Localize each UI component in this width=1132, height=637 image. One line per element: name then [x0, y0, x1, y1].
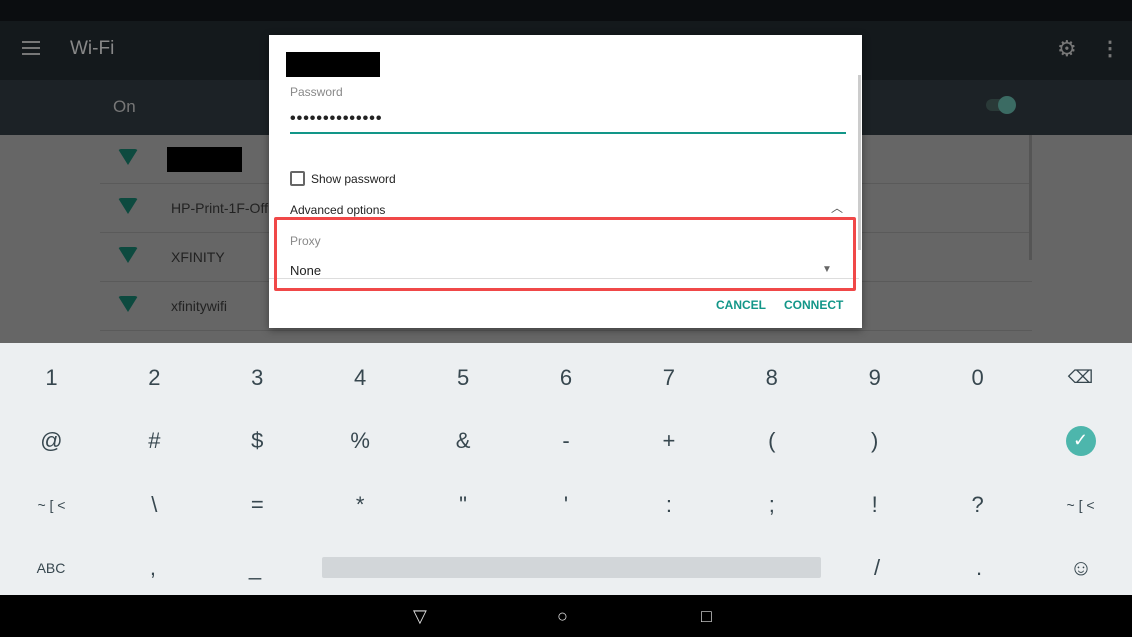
key[interactable]: 6 [515, 346, 618, 409]
dialog-scrollbar[interactable] [858, 75, 861, 250]
key[interactable]: + [617, 409, 720, 472]
key[interactable]: 4 [309, 346, 412, 409]
check-icon[interactable]: ✓ [1065, 425, 1096, 456]
key[interactable]: ! [823, 473, 926, 536]
recents-icon[interactable]: □ [701, 606, 712, 627]
key[interactable]: 5 [412, 346, 515, 409]
key-slash[interactable]: / [826, 536, 928, 599]
key[interactable]: = [206, 473, 309, 536]
password-label: Password [290, 85, 343, 99]
key[interactable]: 7 [617, 346, 720, 409]
key-comma[interactable]: , [102, 536, 204, 599]
wifi-lock-icon [118, 149, 138, 165]
show-password-checkbox[interactable] [290, 171, 305, 186]
key-abc[interactable]: ABC [0, 536, 102, 599]
hamburger-icon[interactable] [22, 41, 40, 55]
key[interactable]: ? [926, 473, 1029, 536]
wifi-lock-icon [118, 247, 138, 263]
key[interactable]: 0 [926, 346, 1029, 409]
highlight-box [274, 217, 856, 291]
wifi-icon [118, 296, 138, 312]
chevron-up-icon[interactable]: ︿ [831, 199, 843, 216]
key[interactable]: ; [720, 473, 823, 536]
wifi-toggle[interactable] [986, 96, 1016, 114]
key-empty [926, 409, 1029, 472]
network-name: XFINITY [171, 249, 225, 265]
redacted-dialog-title [286, 52, 380, 77]
key[interactable]: $ [206, 409, 309, 472]
backspace-icon[interactable]: ⌫ [1029, 346, 1132, 409]
key[interactable]: @ [0, 409, 103, 472]
page-title: Wi-Fi [70, 38, 115, 59]
key[interactable]: 8 [720, 346, 823, 409]
key[interactable]: 3 [206, 346, 309, 409]
key[interactable]: ~ [ < [0, 473, 103, 536]
home-icon[interactable]: ○ [557, 606, 568, 627]
key[interactable]: \ [103, 473, 206, 536]
key[interactable]: 9 [823, 346, 926, 409]
key[interactable]: & [412, 409, 515, 472]
key[interactable]: 2 [103, 346, 206, 409]
key[interactable]: 1 [0, 346, 103, 409]
key[interactable]: ~ [ < [1029, 473, 1132, 536]
key[interactable]: ' [515, 473, 618, 536]
status-bar [0, 0, 1132, 21]
key[interactable]: : [617, 473, 720, 536]
key-underscore[interactable]: _ [204, 536, 306, 599]
key[interactable]: " [412, 473, 515, 536]
wifi-lock-icon [118, 198, 138, 214]
list-scrollbar[interactable] [1029, 135, 1032, 260]
key[interactable]: * [309, 473, 412, 536]
more-vert-icon[interactable]: ⋮ [1100, 36, 1120, 61]
emoji-icon[interactable]: ☺ [1030, 536, 1132, 599]
key[interactable]: ) [823, 409, 926, 472]
back-icon[interactable]: ▽ [413, 606, 427, 627]
done-key[interactable]: ✓ [1029, 409, 1132, 472]
connect-button[interactable]: CONNECT [784, 298, 843, 312]
keyboard: 1 2 3 4 5 6 7 8 9 0 ⌫ @ # $% & - +() ✓ ~ [ < \ = * " ':;!? ~ [… [0, 343, 1132, 595]
key-period[interactable]: . [928, 536, 1030, 599]
show-password-label[interactable]: Show password [311, 172, 396, 186]
advanced-options-label[interactable]: Advanced options [290, 203, 385, 217]
password-input[interactable]: •••••••••••••• [290, 110, 846, 134]
wifi-state-label: On [113, 97, 136, 116]
cancel-button[interactable]: CANCEL [716, 298, 766, 312]
network-name: HP-Print-1F-Offi [171, 200, 272, 216]
key[interactable]: - [515, 409, 618, 472]
key[interactable]: ( [720, 409, 823, 472]
key[interactable]: # [103, 409, 206, 472]
redacted-name [167, 147, 242, 172]
key[interactable]: % [309, 409, 412, 472]
network-name: xfinitywifi [171, 298, 228, 314]
gear-icon[interactable]: ⚙ [1057, 36, 1077, 62]
